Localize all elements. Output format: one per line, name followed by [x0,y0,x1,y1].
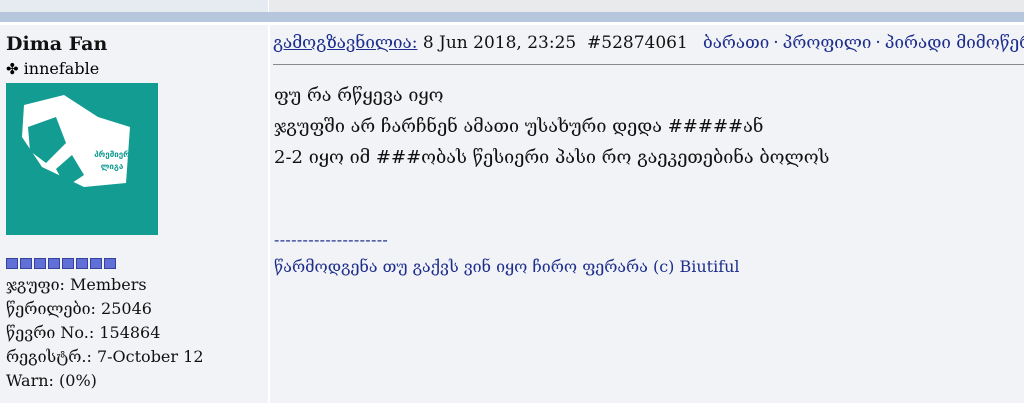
profile-link[interactable]: პროფილი [783,33,872,53]
post-body-line: ფუ რა რწყევა იყო [274,85,444,106]
post-meta: გამოგზავნილია: 8 Jun 2018, 23:25 #528740… [273,33,688,53]
stat-posts: წერილები: 25046 [6,299,152,318]
post-body-line: 2-2 იყო იმ ###ობას წესიერი პასი რო გაეკე… [274,147,830,168]
rank-pip [62,258,74,269]
post-action-links: ბარათი·პროფილი·პირადი მიმოწერა [703,33,1024,53]
rank-pip [34,258,46,269]
rank-pip [90,258,102,269]
rank-pip [48,258,60,269]
post-datetime: 8 Jun 2018, 23:25 [422,33,577,53]
logo-text-line-2: ლიგა [101,162,124,171]
top-strip-left-cell [0,0,269,12]
avatar: პრემიერ ლიგა [6,83,158,235]
post-header-bar [0,12,1024,22]
stat-member-no: წევრი No.: 154864 [6,323,161,342]
stat-group: ჯგუფი: Members [6,275,147,294]
rank-pips [6,258,116,269]
author-title: ✤ innefable [6,59,99,78]
stat-warn[interactable]: Warn: (0%) [6,371,97,390]
author-panel: Dima Fan ✤ innefable პრემიერ ლიგა ჯგუფი:… [0,25,268,403]
rank-pip [104,258,116,269]
rank-pip [6,258,18,269]
rank-pip [76,258,88,269]
signature-text: წარმოდგენა თუ გაქვს ვინ იყო ჩირო ფერარა … [274,257,740,276]
stat-registered: რეგისტრ.: 7-October 12 [6,347,204,366]
top-strip-right-cell [270,0,1024,12]
signature-separator: -------------------- [274,230,389,249]
clover-icon: ✤ [6,60,19,78]
author-name[interactable]: Dima Fan [6,33,107,55]
post-id-link[interactable]: #52874061 [587,33,688,53]
card-link[interactable]: ბარათი [703,33,769,53]
author-title-text: innefable [23,59,100,78]
header-divider [273,64,1024,65]
private-message-link[interactable]: პირადი მიმოწერა [885,33,1024,53]
separator: · [773,33,779,53]
post-content-panel: გამოგზავნილია: 8 Jun 2018, 23:25 #528740… [270,25,1024,403]
rank-pip [20,258,32,269]
logo-text-line-1: პრემიერ [94,149,130,159]
post-body-line: ჯგუფში არ ჩარჩნენ ამათი უსახური დედა ###… [274,116,764,137]
separator: · [875,33,881,53]
sent-label[interactable]: გამოგზავნილია: [273,33,417,53]
top-strip [0,0,1024,12]
league-logo-icon: პრემიერ ლიგა [6,83,158,235]
